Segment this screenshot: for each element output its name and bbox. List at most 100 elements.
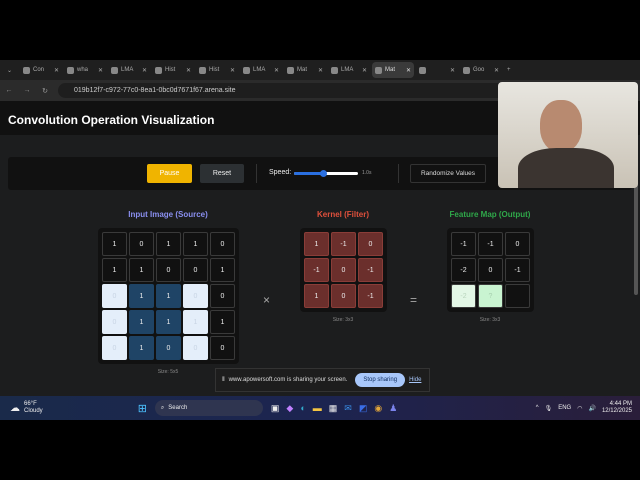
input-cell[interactable]: 1 [102, 232, 127, 256]
input-cell[interactable]: 1 [156, 310, 181, 334]
task-view-icon[interactable]: ▣ [271, 403, 280, 414]
browser-tab[interactable]: Con ✕ [20, 62, 62, 78]
input-cell[interactable]: 0 [156, 336, 181, 360]
taskbar-search[interactable]: ⌕ Search [154, 400, 263, 416]
wifi-icon[interactable]: ◠ [577, 405, 582, 412]
input-cell[interactable]: 1 [102, 258, 127, 282]
outlook-icon[interactable]: ✉ [344, 403, 352, 414]
input-cell[interactable]: 1 [129, 310, 154, 334]
input-cell[interactable]: 0 [183, 284, 208, 308]
kernel-cell[interactable]: -1 [304, 258, 329, 282]
browser-tab[interactable]: LMA ✕ [328, 62, 370, 78]
close-tab-icon[interactable]: ✕ [274, 67, 279, 74]
input-cell[interactable]: 1 [183, 310, 208, 334]
close-tab-icon[interactable]: ✕ [406, 67, 411, 74]
input-cell[interactable]: 1 [156, 284, 181, 308]
input-cell[interactable]: 1 [129, 336, 154, 360]
input-cell[interactable]: 0 [129, 232, 154, 256]
output-cell[interactable]: ? [478, 284, 503, 308]
browser-tab[interactable]: Hist ✕ [196, 62, 238, 78]
input-cell[interactable]: 1 [210, 258, 235, 282]
reset-button[interactable]: Reset [200, 164, 244, 183]
output-cell[interactable]: -2 [451, 258, 476, 282]
input-cell[interactable]: 0 [210, 232, 235, 256]
kernel-cell[interactable]: 1 [304, 232, 329, 256]
hide-link[interactable]: Hide [409, 377, 421, 383]
input-cell[interactable]: 1 [210, 310, 235, 334]
mic-icon[interactable]: 🎙 [545, 405, 553, 412]
language-indicator[interactable]: ENG [558, 405, 571, 411]
close-tab-icon[interactable]: ✕ [318, 67, 323, 74]
kernel-cell[interactable]: -1 [331, 232, 356, 256]
input-cell[interactable]: 0 [156, 258, 181, 282]
slider-knob[interactable] [320, 170, 327, 177]
url-input[interactable]: 019b12f7-c972-77c0-8ea1-0bc0d7671f67.are… [58, 83, 518, 98]
close-tab-icon[interactable]: ✕ [142, 67, 147, 74]
close-tab-icon[interactable]: ✕ [98, 67, 103, 74]
speed-slider[interactable] [294, 170, 358, 177]
browser-tab[interactable]: Hist ✕ [152, 62, 194, 78]
input-cell[interactable]: 1 [183, 232, 208, 256]
chevron-up-icon[interactable]: ^ [536, 405, 539, 411]
input-cell[interactable]: 0 [210, 336, 235, 360]
close-tab-icon[interactable]: ✕ [230, 67, 235, 74]
input-cell[interactable]: 1 [156, 232, 181, 256]
output-cell[interactable]: -1 [505, 258, 530, 282]
kernel-cell[interactable]: 1 [304, 284, 329, 308]
volume-icon[interactable]: 🔊 [588, 405, 595, 412]
browser-tab[interactable]: LMA ✕ [240, 62, 282, 78]
input-cell[interactable]: 0 [102, 336, 127, 360]
forward-icon[interactable]: → [18, 87, 36, 94]
output-cell[interactable]: -2 [451, 284, 476, 308]
close-tab-icon[interactable]: ✕ [54, 67, 59, 74]
back-icon[interactable]: ← [0, 87, 18, 94]
store-icon[interactable]: ▦ [329, 403, 338, 414]
clock[interactable]: 4:44 PM 12/12/2025 [602, 401, 632, 415]
copilot-icon[interactable]: ◆ [286, 403, 293, 414]
close-tab-icon[interactable]: ✕ [362, 67, 367, 74]
output-cell[interactable]: 0 [505, 232, 530, 256]
kernel-cell[interactable]: 0 [358, 232, 383, 256]
kernel-cell[interactable]: -1 [358, 258, 383, 282]
input-cell[interactable]: 1 [129, 258, 154, 282]
file-explorer-icon[interactable]: ▬ [313, 403, 322, 414]
chrome-icon[interactable]: ◉ [374, 403, 382, 414]
browser-tab[interactable]: LMA ✕ [108, 62, 150, 78]
input-cell[interactable]: 1 [129, 284, 154, 308]
close-tab-icon[interactable]: ✕ [494, 67, 499, 74]
stop-sharing-button[interactable]: Stop sharing [355, 373, 406, 387]
url-text: 019b12f7-c972-77c0-8ea1-0bc0d7671f67.are… [74, 87, 236, 94]
tab-favicon-icon [199, 66, 206, 74]
output-cell[interactable]: -1 [451, 232, 476, 256]
close-tab-icon[interactable]: ✕ [450, 67, 455, 74]
kernel-cell[interactable]: 0 [331, 258, 356, 282]
input-cell[interactable]: 0 [183, 258, 208, 282]
input-cell[interactable]: 0 [210, 284, 235, 308]
new-tab-button[interactable]: + [504, 62, 518, 78]
output-cell[interactable] [505, 284, 530, 308]
kernel-cell[interactable]: -1 [358, 284, 383, 308]
close-tab-icon[interactable]: ✕ [186, 67, 191, 74]
browser-tab[interactable]: Mat ✕ [284, 62, 326, 78]
input-cell[interactable]: 0 [102, 284, 127, 308]
edge-icon[interactable]: ◐ [300, 403, 305, 414]
output-cell[interactable]: 0 [478, 258, 503, 282]
browser-tab[interactable]: ✕ [416, 62, 458, 78]
weather-widget[interactable]: 66°F Cloudy [24, 401, 43, 415]
kernel-cell[interactable]: 0 [331, 284, 356, 308]
browser-tab[interactable]: Goo ✕ [460, 62, 502, 78]
drag-handle-icon[interactable]: ⦀ [222, 377, 225, 384]
browser-tab[interactable]: Mat ✕ [372, 62, 414, 78]
browser-tab[interactable]: wha ✕ [64, 62, 106, 78]
input-cell[interactable]: 0 [102, 310, 127, 334]
app-icon[interactable]: ◩ [359, 403, 368, 414]
tab-list-button[interactable]: ⌄ [4, 62, 18, 78]
randomize-values-button[interactable]: Randomize Values [410, 164, 486, 183]
windows-start-icon[interactable]: ⊞ [138, 402, 147, 415]
pause-button[interactable]: Pause [147, 164, 192, 183]
teams-icon[interactable]: ♟ [389, 403, 397, 414]
input-cell[interactable]: 0 [183, 336, 208, 360]
output-cell[interactable]: -1 [478, 232, 503, 256]
reload-icon[interactable]: ↻ [36, 87, 54, 95]
scrollbar-thumb[interactable] [634, 175, 638, 295]
